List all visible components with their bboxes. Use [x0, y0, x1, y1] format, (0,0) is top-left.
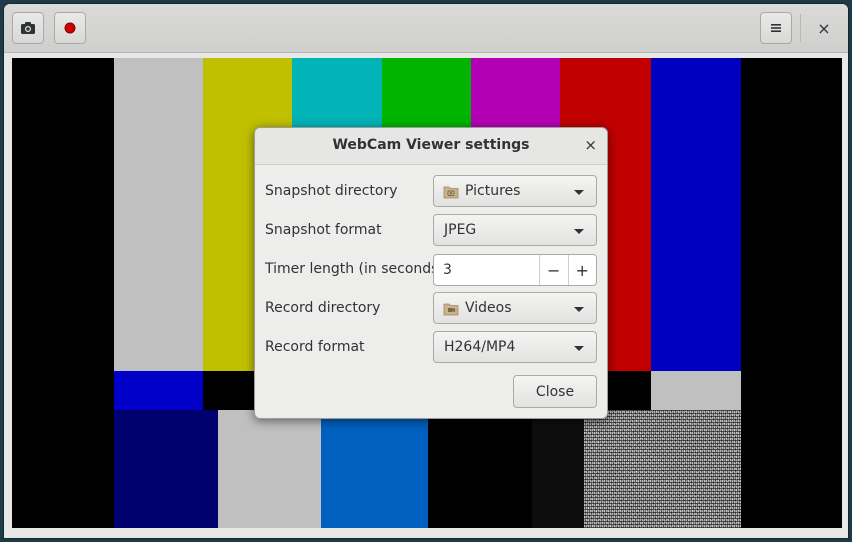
timer-decrement-button[interactable]: − [539, 255, 568, 285]
test-bar-black [12, 58, 114, 528]
hamburger-menu-icon [771, 24, 781, 32]
strip-blue [114, 371, 203, 410]
timer-increment-button[interactable]: + [567, 255, 597, 285]
bottom-black [428, 410, 532, 528]
chevron-down-icon [574, 190, 584, 195]
chevron-down-icon [574, 346, 584, 351]
record-format-label: Record format [265, 339, 365, 355]
record-button[interactable] [54, 12, 86, 44]
webcam-viewer-window: × WebCam Viewer settings × Snapshot dire… [4, 4, 848, 538]
record-directory-value: Videos [465, 300, 512, 316]
snapshot-directory-label: Snapshot directory [265, 183, 398, 199]
plus-icon: + [575, 260, 589, 280]
snapshot-directory-value: Pictures [465, 183, 521, 199]
timer-length-label: Timer length (in seconds) [265, 261, 444, 277]
snapshot-format-value: JPEG [444, 222, 477, 238]
snapshot-format-combo[interactable]: JPEG [433, 214, 597, 246]
pictures-folder-icon [443, 186, 459, 199]
chevron-down-icon [574, 229, 584, 234]
bottom-navy [114, 410, 218, 528]
close-button-label: Close [535, 383, 575, 400]
record-directory-combo[interactable]: Videos [433, 292, 597, 324]
dialog-title: WebCam Viewer settings [332, 137, 530, 153]
static-noise [584, 410, 741, 528]
timer-length-spinbutton: − + [433, 254, 597, 286]
videos-folder-icon [443, 303, 459, 316]
chevron-down-icon [574, 307, 584, 312]
snapshot-directory-combo[interactable]: Pictures [433, 175, 597, 207]
menu-button[interactable] [760, 12, 792, 44]
test-bar-black-right [741, 58, 842, 528]
header-separator [800, 14, 801, 42]
bottom-near-black [532, 410, 584, 528]
close-button[interactable]: Close [513, 375, 597, 408]
strip-gray [651, 371, 741, 410]
record-icon [64, 22, 76, 34]
record-format-value: H264/MP4 [444, 339, 516, 355]
close-icon: × [817, 18, 831, 38]
snapshot-format-label: Snapshot format [265, 222, 382, 238]
record-directory-label: Record directory [265, 300, 381, 316]
camera-icon [21, 22, 35, 34]
test-bar-blue [651, 58, 741, 371]
dialog-close-button[interactable]: × [584, 136, 597, 154]
bottom-gray [218, 410, 321, 528]
close-icon: × [584, 136, 597, 154]
minus-icon: − [547, 260, 561, 280]
window-close-button[interactable]: × [810, 16, 838, 40]
header-bar: × [4, 4, 848, 53]
bottom-blue [321, 410, 428, 528]
record-format-combo[interactable]: H264/MP4 [433, 331, 597, 363]
snapshot-button[interactable] [12, 12, 44, 44]
timer-length-input[interactable] [434, 255, 539, 285]
settings-dialog: WebCam Viewer settings × Snapshot direct… [254, 127, 608, 419]
test-bar-gray [114, 58, 203, 371]
dialog-titlebar: WebCam Viewer settings × [255, 128, 607, 165]
